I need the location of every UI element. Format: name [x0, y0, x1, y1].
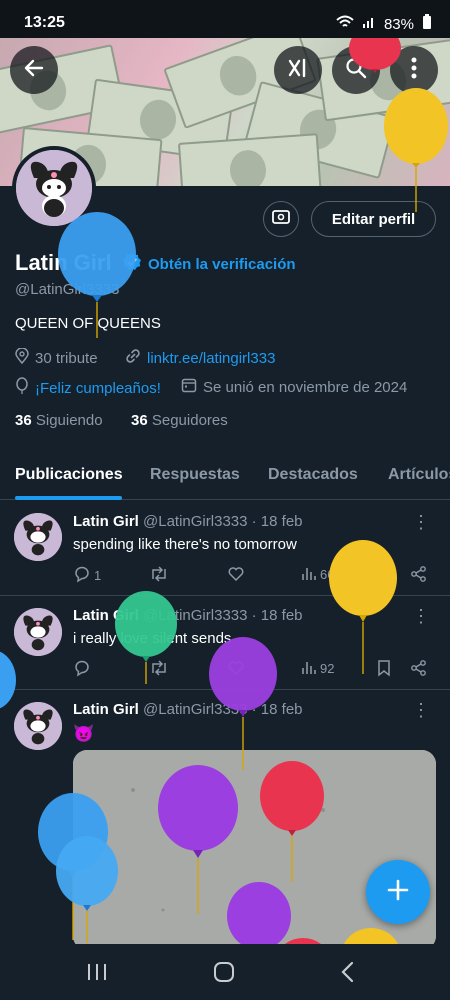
more-vertical-icon: [411, 57, 417, 84]
grok-button[interactable]: [274, 46, 322, 94]
post-avatar[interactable]: [14, 608, 62, 656]
post-more-button[interactable]: ⋮: [412, 700, 430, 721]
following-link[interactable]: 36 Siguiendo: [15, 412, 103, 429]
like-button[interactable]: [227, 565, 245, 586]
reply-button[interactable]: 1: [73, 565, 101, 586]
retweet-button[interactable]: [149, 565, 169, 586]
post-header: Latin Girl @LatinGirl3333 · 18 feb: [73, 607, 303, 624]
share-icon: [410, 565, 428, 586]
post-more-button[interactable]: ⋮: [412, 512, 430, 533]
balloon-blue-decoration: [58, 212, 136, 338]
wallet-icon: [271, 208, 291, 231]
balloon-purple-decoration: [209, 637, 277, 770]
following-label: Siguiendo: [35, 412, 103, 429]
signal-icon: [362, 15, 376, 33]
balloon-red-decoration: [260, 761, 324, 882]
kuromi-avatar-image: [14, 608, 62, 656]
retweet-icon: [149, 565, 169, 586]
back-button[interactable]: [10, 46, 58, 94]
post-date: · 18 feb: [251, 513, 303, 530]
post-more-button[interactable]: ⋮: [412, 606, 430, 627]
location-icon: [15, 347, 29, 368]
reply-button[interactable]: [73, 659, 91, 680]
kuromi-avatar-image: [14, 702, 62, 750]
post-text: spending like there's no tomorrow: [73, 536, 297, 553]
home-nav-button[interactable]: [212, 961, 236, 988]
location-label: 30 tribute: [35, 349, 98, 367]
views-icon: [301, 659, 317, 678]
link-icon: [125, 348, 141, 368]
kuromi-avatar-image: [14, 513, 62, 561]
post-header: Latin Girl @LatinGirl3333 · 18 feb: [73, 513, 303, 530]
status-bar: 13:25 83%: [0, 0, 450, 38]
birthday-label: ¡Feliz cumpleaños!: [35, 379, 161, 397]
share-icon: [410, 659, 428, 680]
balloon-green-decoration: [115, 591, 177, 684]
balloon-yellow-decoration: [384, 88, 448, 212]
grok-icon: [286, 56, 310, 85]
balloon-purple-decoration: [227, 882, 291, 944]
tab-posts[interactable]: Publicaciones: [15, 466, 123, 484]
views-icon: [301, 565, 317, 584]
tab-highlights[interactable]: Destacados: [268, 466, 358, 484]
more-vertical-icon: ⋮: [412, 512, 430, 532]
profile-joined: Se unió en noviembre de 2024: [181, 377, 407, 397]
followers-label: Seguidores: [151, 412, 228, 429]
profile-tabs: Publicaciones Respuestas Destacados Artí…: [0, 450, 450, 500]
recent-apps-button[interactable]: [86, 962, 108, 987]
post-author[interactable]: Latin Girl: [73, 701, 139, 718]
back-arrow-icon: [23, 57, 45, 84]
get-verified-label: Obtén la verificación: [148, 255, 296, 273]
like-icon: [227, 565, 245, 586]
system-navigation-bar: [0, 944, 450, 1000]
banner-bill: [177, 133, 323, 186]
wifi-icon: [336, 15, 354, 33]
get-verified-link[interactable]: Obtén la verificación: [122, 252, 296, 276]
balloon-yellow-decoration: [343, 928, 399, 944]
status-icons: 83%: [336, 14, 432, 34]
home-nav-icon: [214, 962, 234, 982]
post-text: 😈: [73, 724, 95, 743]
balloon-red-decoration: [349, 38, 401, 73]
followers-count: 36: [131, 412, 148, 429]
reply-icon: [73, 565, 91, 586]
wallet-button[interactable]: [263, 201, 299, 237]
balloon-blue-decoration: [0, 651, 16, 709]
calendar-icon: [181, 377, 197, 397]
post-date: · 18 feb: [251, 607, 303, 624]
back-nav-button[interactable]: [340, 961, 356, 988]
balloon-icon: [15, 377, 29, 399]
status-time: 13:25: [24, 14, 65, 31]
following-count: 36: [15, 412, 32, 429]
tab-articles[interactable]: Artículos: [388, 466, 450, 484]
more-vertical-icon: ⋮: [412, 606, 430, 626]
battery-icon: [422, 14, 432, 34]
more-vertical-icon: ⋮: [412, 700, 430, 720]
back-nav-icon: [341, 961, 354, 983]
joined-label: Se unió en noviembre de 2024: [203, 378, 408, 396]
share-button[interactable]: [410, 659, 428, 680]
balloon-red-decoration: [285, 938, 321, 944]
recent-apps-icon: [88, 964, 106, 980]
share-button[interactable]: [410, 565, 428, 586]
post-avatar[interactable]: [14, 513, 62, 561]
balloon-yellow-decoration: [329, 540, 397, 674]
profile-location: 30 tribute: [15, 347, 98, 368]
reply-icon: [73, 659, 91, 680]
balloon-blue-decoration: [56, 836, 118, 943]
battery-percent: 83%: [383, 15, 414, 33]
tab-replies[interactable]: Respuestas: [150, 466, 240, 484]
profile-birthday: ¡Feliz cumpleaños!: [15, 377, 161, 399]
compose-plus-icon: [386, 878, 410, 907]
website-link[interactable]: linktr.ee/latingirl333: [147, 350, 275, 367]
followers-link[interactable]: 36 Seguidores: [131, 412, 228, 429]
post-handle: @LatinGirl3333: [143, 513, 248, 530]
post-author[interactable]: Latin Girl: [73, 513, 139, 530]
post-avatar[interactable]: [14, 702, 62, 750]
compose-post-button[interactable]: [366, 860, 430, 924]
profile-website[interactable]: linktr.ee/latingirl333: [125, 348, 275, 368]
reply-count: 1: [94, 568, 102, 583]
